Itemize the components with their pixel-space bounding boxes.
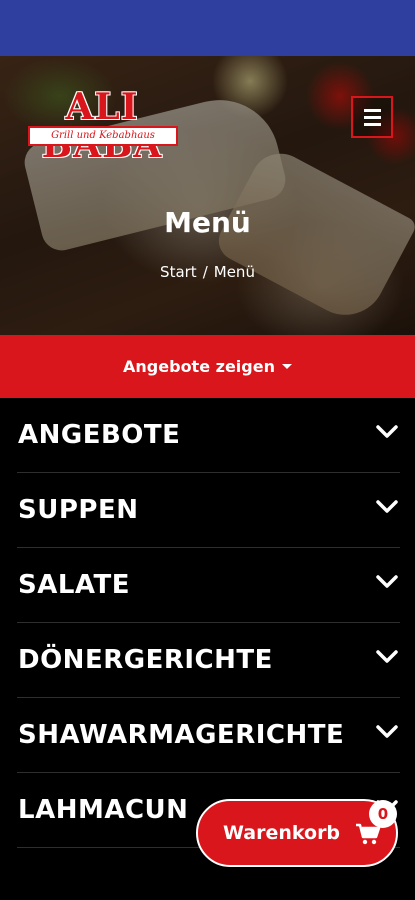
hamburger-menu-icon — [364, 123, 381, 126]
chevron-down-icon — [376, 425, 398, 438]
category-label: LAHMACUN — [18, 795, 189, 825]
cart-label: Warenkorb — [223, 822, 341, 844]
brand-tagline: Grill und Kebabhaus — [28, 126, 178, 146]
chevron-down-icon — [376, 650, 398, 663]
show-offers-dropdown[interactable]: Angebote zeigen — [0, 335, 415, 398]
category-label: SALATE — [18, 570, 131, 600]
hero-banner: ALI BABA Grill und Kebabhaus Menü Start /… — [0, 56, 415, 335]
category-item-salate[interactable]: SALATE — [17, 548, 400, 623]
caret-down-icon — [281, 364, 292, 369]
breadcrumb-separator: / — [202, 263, 208, 281]
breadcrumb: Start / Menü — [0, 263, 415, 281]
status-bar — [0, 0, 415, 56]
category-label: SUPPEN — [18, 495, 139, 525]
category-item-suppen[interactable]: SUPPEN — [17, 473, 400, 548]
category-item-shawarmagerichte[interactable]: SHAWARMAGERICHTE — [17, 698, 400, 773]
page-title: Menü — [164, 206, 251, 239]
chevron-down-icon — [376, 575, 398, 588]
category-label: ANGEBOTE — [18, 420, 181, 450]
show-offers-label: Angebote zeigen — [123, 357, 275, 376]
category-label: SHAWARMAGERICHTE — [18, 720, 345, 750]
category-label: DÖNERGERICHTE — [18, 645, 273, 675]
category-item-doenergerichte[interactable]: DÖNERGERICHTE — [17, 623, 400, 698]
hamburger-menu-button[interactable] — [351, 96, 393, 138]
category-item-angebote[interactable]: ANGEBOTE — [17, 398, 400, 473]
chevron-down-icon — [376, 725, 398, 738]
cart-count-badge: 0 — [369, 800, 397, 828]
cart-button[interactable]: Warenkorb — [196, 799, 398, 867]
breadcrumb-current: Menü — [213, 263, 255, 281]
breadcrumb-home-link[interactable]: Start — [160, 263, 197, 281]
hamburger-menu-icon — [364, 116, 381, 119]
chevron-down-icon — [376, 500, 398, 513]
brand-logo[interactable]: ALI BABA Grill und Kebabhaus — [16, 88, 188, 164]
hamburger-menu-icon — [364, 109, 381, 112]
